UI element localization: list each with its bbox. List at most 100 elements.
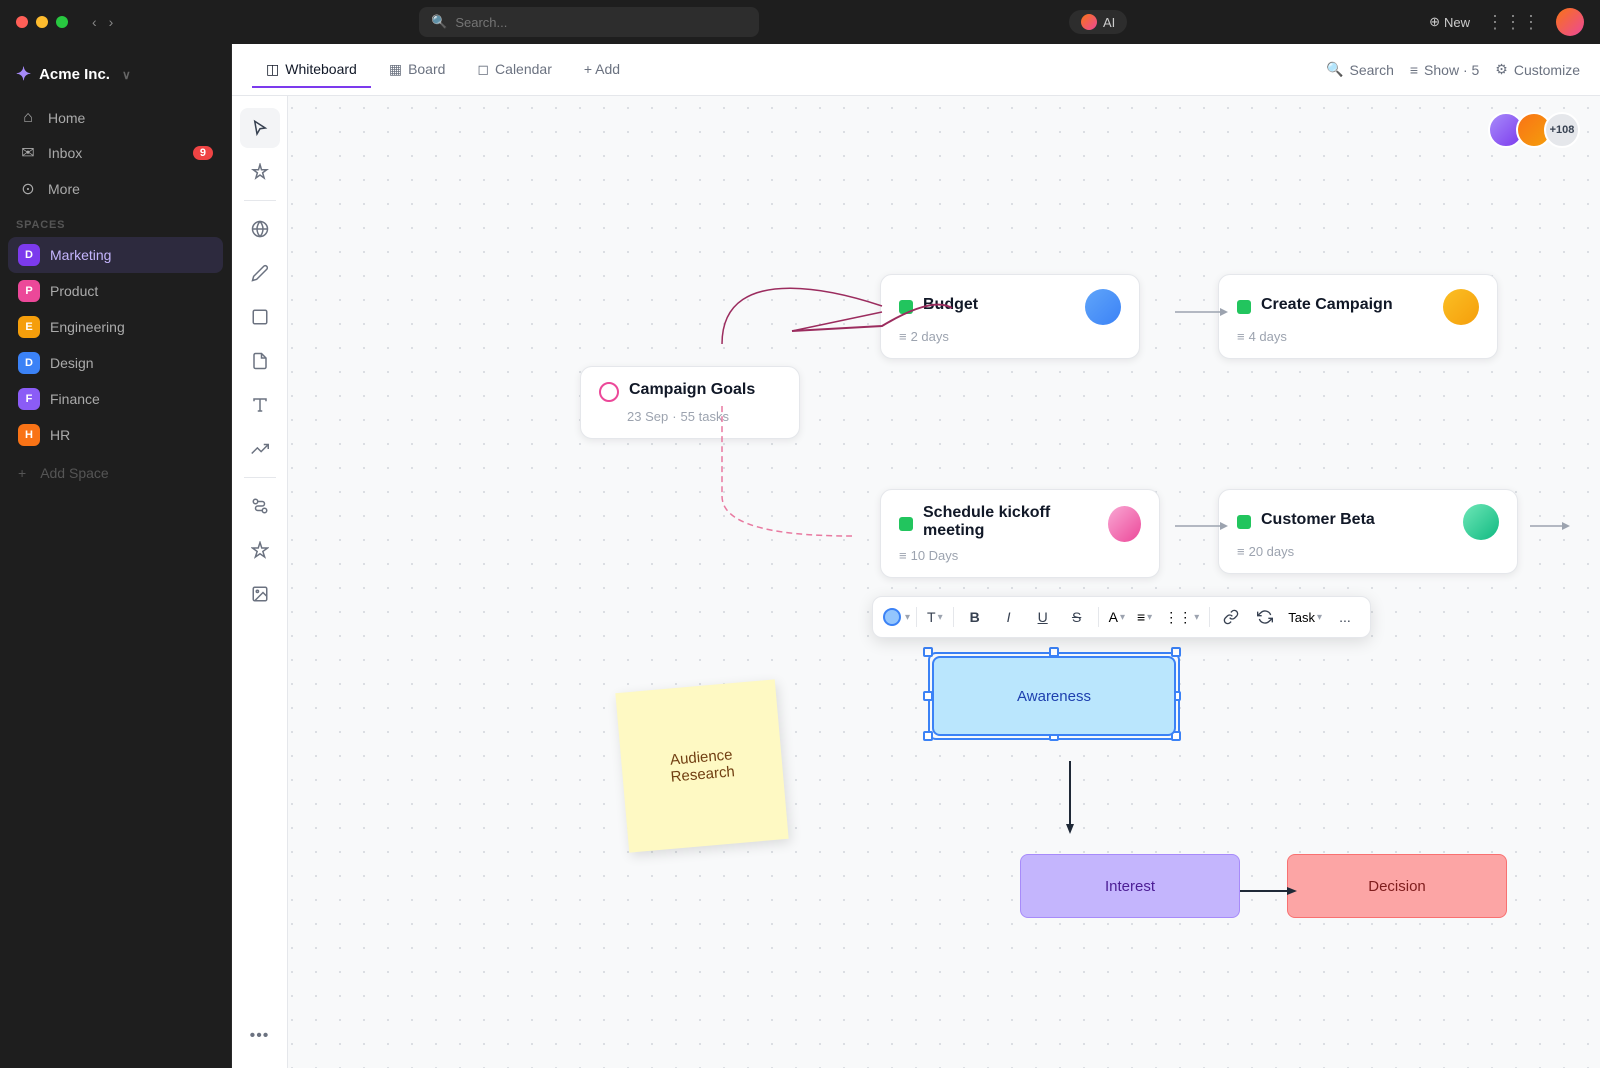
space-label: Marketing [50, 247, 111, 263]
decision-box[interactable]: Decision [1287, 854, 1507, 918]
new-button[interactable]: ⊕ New [1429, 14, 1470, 30]
tab-whiteboard[interactable]: ◫ Whiteboard [252, 53, 371, 88]
space-icon-finance: F [18, 388, 40, 410]
sidebar-item-product[interactable]: P Product [8, 273, 223, 309]
add-space-button[interactable]: + Add Space [0, 457, 231, 489]
create-campaign-avatar [1443, 289, 1479, 325]
tab-board[interactable]: ▦ Board [375, 53, 460, 88]
handle-tr[interactable] [1171, 647, 1181, 657]
list-dropdown[interactable]: ⋮⋮ ▾ [1160, 609, 1203, 626]
create-campaign-days: 4 days [1249, 329, 1287, 344]
customize-button[interactable]: ⚙ Customize [1495, 61, 1580, 78]
space-label: Finance [50, 391, 100, 407]
handle-tl[interactable] [923, 647, 933, 657]
back-arrow[interactable]: ‹ [88, 12, 101, 32]
sidebar-item-engineering[interactable]: E Engineering [8, 309, 223, 345]
sidebar-logo[interactable]: ✦ Acme Inc. ∨ [0, 56, 231, 101]
sticky-note[interactable]: Audience Research [615, 679, 788, 852]
user-avatar[interactable] [1556, 8, 1584, 36]
handle-bl[interactable] [923, 731, 933, 741]
more-tools[interactable]: ••• [240, 1016, 280, 1056]
close-button[interactable] [16, 16, 28, 28]
minimize-button[interactable] [36, 16, 48, 28]
font-a-icon: A [1109, 609, 1118, 625]
square-tool[interactable] [240, 297, 280, 337]
create-campaign-header: Create Campaign [1237, 289, 1479, 325]
chevron-down-icon: ▾ [1317, 612, 1322, 623]
chevron-down-icon: ∨ [122, 68, 131, 82]
beta-header: Customer Beta [1237, 504, 1499, 540]
schedule-kickoff-card[interactable]: Schedule kickoff meeting ≡ 10 Days [880, 489, 1160, 578]
beta-status [1237, 515, 1251, 529]
sidebar-item-marketing[interactable]: D Marketing [8, 237, 223, 273]
whiteboard-canvas[interactable]: ••• +108 [232, 96, 1600, 1068]
budget-header: Budget [899, 289, 1121, 325]
link-button[interactable] [1216, 603, 1246, 631]
arrow-tool[interactable] [240, 429, 280, 469]
goals-tasks: 55 tasks [681, 409, 729, 424]
sidebar-item-inbox[interactable]: ✉ Inbox 9 [8, 135, 223, 171]
global-search-bar[interactable]: 🔍 [419, 7, 759, 37]
ai-button[interactable]: AI [1069, 10, 1127, 34]
pencil-tool[interactable] [240, 253, 280, 293]
font-size-dropdown[interactable]: A ▾ [1105, 609, 1129, 625]
sidebar-item-more[interactable]: ⊙ More [8, 171, 223, 207]
color-picker[interactable] [883, 608, 901, 626]
space-label: Engineering [50, 319, 125, 335]
image-tool[interactable] [240, 574, 280, 614]
maximize-button[interactable] [56, 16, 68, 28]
sidebar-item-home[interactable]: ⌂ Home [8, 101, 223, 135]
strike-label: S [1072, 609, 1081, 625]
plus-icon: + [18, 465, 26, 481]
add-view-button[interactable]: + Add [570, 53, 634, 87]
grid-icon[interactable]: ⋮⋮⋮ [1486, 12, 1540, 33]
inbox-icon: ✉ [18, 143, 38, 163]
beta-avatar [1463, 504, 1499, 540]
text-style-dropdown[interactable]: T ▾ [923, 609, 947, 625]
more-label: ... [1339, 609, 1351, 625]
sidebar-nav: ⌂ Home ✉ Inbox 9 ⊙ More [0, 101, 231, 207]
awareness-box[interactable]: Awareness [932, 656, 1176, 736]
underline-button[interactable]: U [1028, 603, 1058, 631]
titlebar-right: ⊕ New ⋮⋮⋮ [1429, 8, 1584, 36]
note-tool[interactable] [240, 341, 280, 381]
strikethrough-button[interactable]: S [1062, 603, 1092, 631]
search-icon: 🔍 [1326, 61, 1343, 78]
interest-box[interactable]: Interest [1020, 854, 1240, 918]
space-label: Product [50, 283, 98, 299]
search-button[interactable]: 🔍 Search [1326, 61, 1394, 78]
beta-meta: ≡ 20 days [1237, 544, 1499, 559]
align-dropdown[interactable]: ≡ ▾ [1133, 609, 1156, 625]
forward-arrow[interactable]: › [105, 12, 118, 32]
more-format-button[interactable]: ... [1330, 603, 1360, 631]
ai-icon [1081, 14, 1097, 30]
global-search-input[interactable] [455, 15, 747, 30]
magic-tool[interactable] [240, 152, 280, 192]
connect-tool[interactable] [240, 486, 280, 526]
show-button[interactable]: ≡ Show · 5 [1410, 62, 1479, 78]
bold-button[interactable]: B [960, 603, 990, 631]
spaces-list: D Marketing P Product E Engineering D De… [0, 237, 231, 453]
more-icon: ⊙ [18, 179, 38, 199]
italic-button[interactable]: I [994, 603, 1024, 631]
task-dropdown[interactable]: Task ▾ [1284, 610, 1326, 625]
budget-meta: ≡ 2 days [899, 329, 1121, 344]
sidebar-item-finance[interactable]: F Finance [8, 381, 223, 417]
connectors-overlay [232, 96, 1600, 1068]
sidebar-item-design[interactable]: D Design [8, 345, 223, 381]
campaign-goals-card[interactable]: Campaign Goals 23 Sep · 55 tasks [580, 366, 800, 439]
text-tool[interactable] [240, 385, 280, 425]
space-icon-marketing: D [18, 244, 40, 266]
budget-card[interactable]: Budget ≡ 2 days [880, 274, 1140, 359]
tab-calendar[interactable]: ◻ Calendar [463, 53, 565, 88]
logo-icon: ✦ [16, 64, 31, 85]
topbar-right: 🔍 Search ≡ Show · 5 ⚙ Customize [1326, 61, 1580, 78]
inbox-badge: 9 [193, 146, 213, 160]
create-campaign-card[interactable]: Create Campaign ≡ 4 days [1218, 274, 1498, 359]
cursor-tool[interactable] [240, 108, 280, 148]
add-space-label: Add Space [40, 465, 109, 481]
globe-tool[interactable] [240, 209, 280, 249]
customer-beta-card[interactable]: Customer Beta ≡ 20 days [1218, 489, 1518, 574]
sparkle-tool[interactable] [240, 530, 280, 570]
sidebar-item-hr[interactable]: H HR [8, 417, 223, 453]
